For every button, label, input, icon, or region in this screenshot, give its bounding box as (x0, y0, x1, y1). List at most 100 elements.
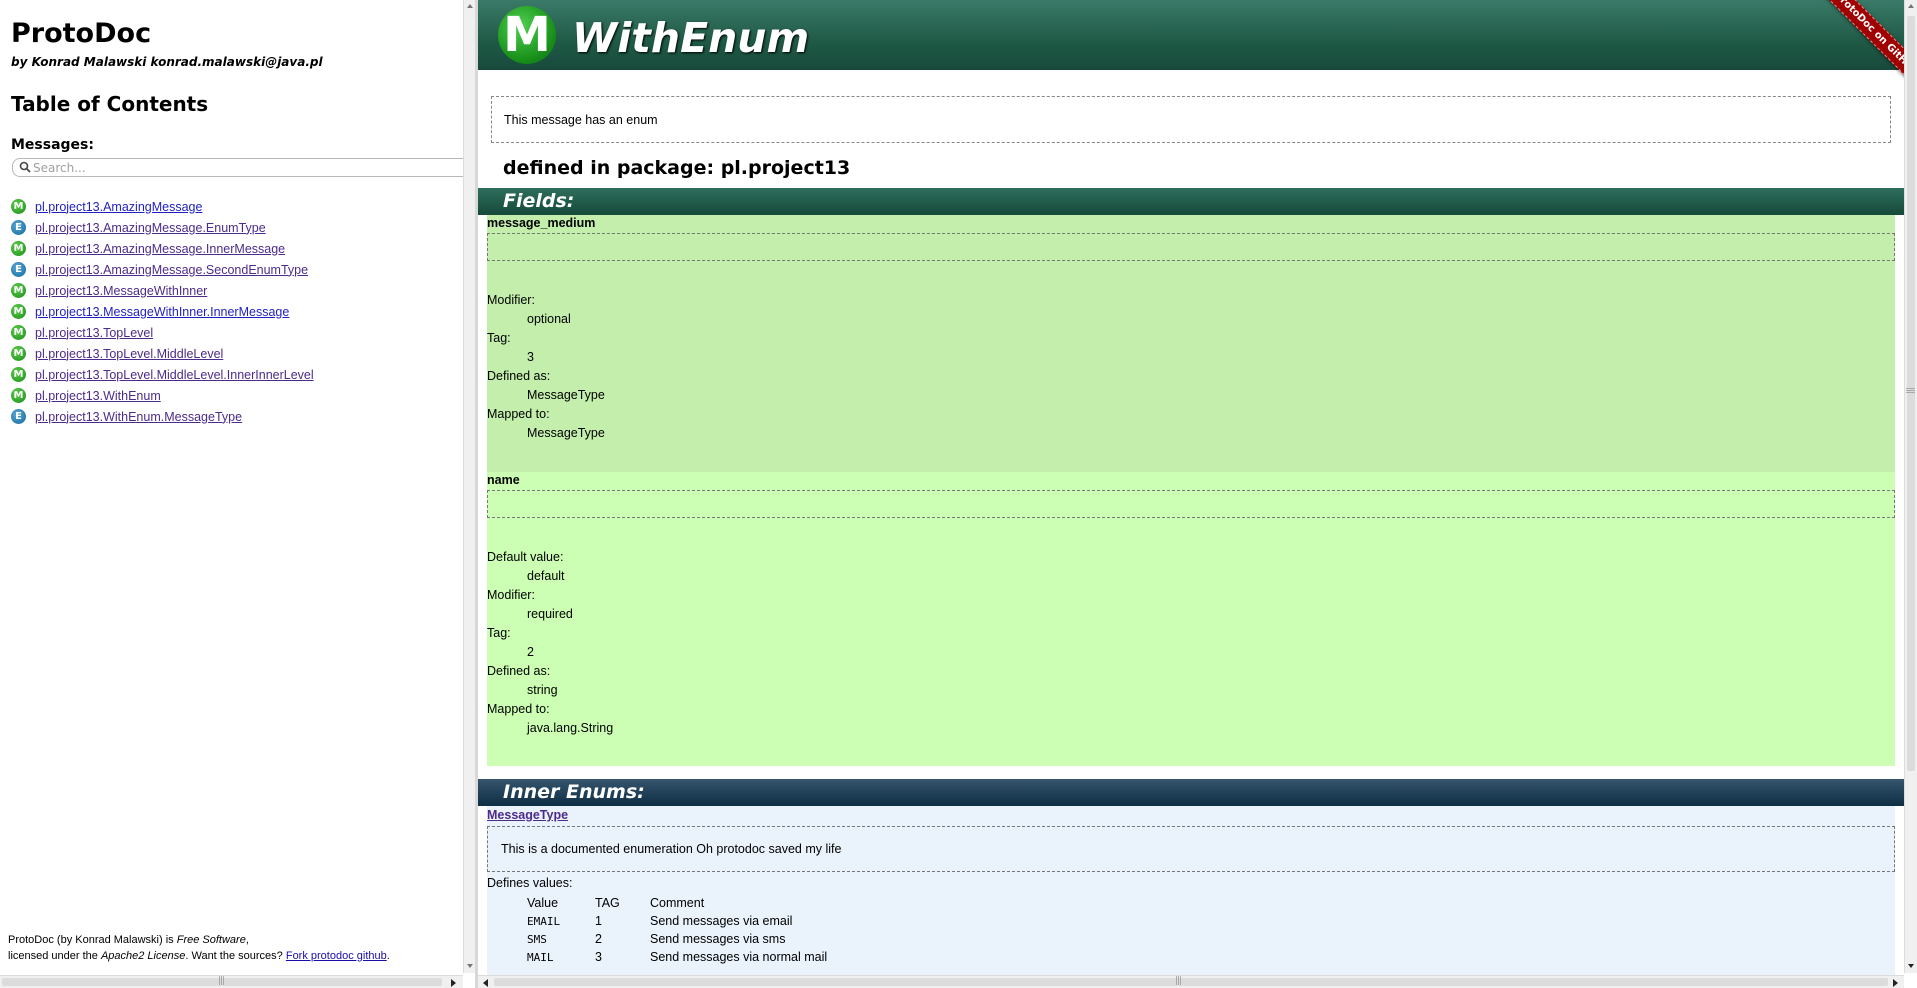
field-name: message_medium (487, 216, 596, 230)
scroll-down-arrow-icon[interactable] (467, 964, 473, 968)
toc-link[interactable]: pl.project13.TopLevel.MiddleLevel.InnerI… (35, 368, 314, 382)
scroll-thumb[interactable] (1907, 16, 1915, 771)
prop-value: string (527, 683, 558, 697)
list-item: Mpl.project13.MessageWithInner (11, 280, 314, 301)
toc-link[interactable]: pl.project13.TopLevel.MiddleLevel (35, 347, 223, 361)
footer-text: licensed under the (8, 950, 101, 962)
list-item: Mpl.project13.AmazingMessage.InnerMessag… (11, 238, 314, 259)
scroll-thumb[interactable] (494, 978, 1888, 986)
app-title: ProtoDoc (11, 18, 152, 49)
toc-link[interactable]: pl.project13.WithEnum.MessageType (35, 410, 242, 424)
field-block: name Default value: default Modifier: re… (487, 472, 1895, 766)
left-horizontal-scrollbar[interactable]: ||| (0, 975, 463, 988)
grip-icon: ||| (1175, 976, 1182, 986)
enum-values-table: Value TAG Comment EMAIL 1 Send messages … (527, 894, 827, 966)
prop-value: MessageType (527, 426, 605, 440)
prop-label: Modifier: (487, 588, 535, 602)
messages-label: Messages: (11, 137, 94, 153)
table-header-row: Value TAG Comment (527, 894, 827, 912)
prop-value: java.lang.String (527, 721, 614, 735)
inner-enums-section-header: Inner Enums: (478, 779, 1904, 806)
table-row: MAIL 3 Send messages via normal mail (527, 948, 827, 966)
enum-badge-icon: E (11, 220, 26, 235)
message-badge-icon: M (11, 304, 26, 319)
toc-link[interactable]: pl.project13.MessageWithInner (35, 284, 207, 298)
package-line: defined in package: pl.project13 (503, 157, 851, 179)
fork-link[interactable]: Fork protodoc github (286, 950, 387, 962)
grip-icon: ||| (218, 976, 225, 986)
message-badge-icon: M (11, 199, 26, 214)
section-title: Fields: (503, 190, 575, 212)
prop-value: default (527, 569, 565, 583)
prop-value: MessageType (527, 388, 605, 402)
scroll-right-arrow-icon[interactable] (451, 979, 456, 987)
enum-value: EMAIL (527, 914, 561, 928)
enum-value: MAIL (527, 950, 554, 964)
enum-badge-icon: E (11, 262, 26, 277)
license-text: Apache2 License (100, 950, 186, 962)
enum-badge-icon: E (11, 409, 26, 424)
toc-link[interactable]: pl.project13.TopLevel (35, 326, 153, 340)
prop-value: required (527, 607, 573, 621)
field-description (487, 490, 1895, 518)
scroll-right-arrow-icon[interactable] (1893, 979, 1898, 987)
list-item: Mpl.project13.AmazingMessage (11, 196, 314, 217)
prop-label: Default value: (487, 550, 564, 564)
message-badge-icon: M (11, 388, 26, 403)
section-title: Inner Enums: (503, 781, 645, 803)
prop-value: 3 (527, 350, 534, 364)
toc-link[interactable]: pl.project13.MessageWithInner.InnerMessa… (35, 305, 289, 319)
prop-label: Tag: (487, 626, 511, 640)
free-software-text: Free Software (176, 934, 246, 946)
enum-value: SMS (527, 932, 547, 946)
author-line: by Konrad Malawski konrad.malawski@java.… (11, 55, 323, 69)
toc-link[interactable]: pl.project13.WithEnum (35, 389, 161, 403)
footer-text: . (386, 950, 390, 962)
prop-label: Defined as: (487, 664, 551, 678)
enum-comment: Send messages via normal mail (650, 950, 828, 964)
message-logo-icon: M (498, 6, 556, 64)
column-header: TAG (595, 896, 620, 910)
footer-text: . Want the sources? (185, 950, 286, 962)
message-badge-icon: M (11, 283, 26, 298)
list-item: Epl.project13.WithEnum.MessageType (11, 406, 314, 427)
table-row: EMAIL 1 Send messages via email (527, 912, 827, 930)
column-header: Comment (650, 896, 705, 910)
scroll-up-arrow-icon[interactable] (1908, 4, 1914, 8)
scroll-up-arrow-icon[interactable] (467, 4, 473, 8)
footer: ProtoDoc (by Konrad Malawski) is Free So… (8, 932, 390, 964)
right-vertical-scrollbar[interactable]: ||| (1904, 0, 1917, 973)
list-item: Mpl.project13.TopLevel.MiddleLevel.Inner… (11, 364, 314, 385)
table-row: SMS 2 Send messages via sms (527, 930, 827, 948)
right-horizontal-scrollbar[interactable]: ||| (478, 975, 1904, 988)
toc-link[interactable]: pl.project13.AmazingMessage.EnumType (35, 221, 266, 235)
prop-label: Modifier: (487, 293, 535, 307)
toc-link[interactable]: pl.project13.AmazingMessage (35, 200, 202, 214)
field-description (487, 233, 1895, 261)
header-bar: M WithEnum (478, 0, 1904, 70)
grip-icon: ||| (1905, 386, 1916, 394)
enum-comment: Send messages via email (650, 914, 793, 928)
content-frame: M WithEnum ProtoDoc on GitHub This messa… (478, 0, 1917, 988)
prop-label: Defined as: (487, 369, 551, 383)
message-list: Mpl.project13.AmazingMessage Epl.project… (11, 196, 314, 427)
message-badge-icon: M (11, 325, 26, 340)
column-header: Value (527, 896, 559, 910)
enum-name-link[interactable]: MessageType (487, 808, 568, 822)
page-title: WithEnum (572, 14, 810, 62)
toc-link[interactable]: pl.project13.AmazingMessage.SecondEnumTy… (35, 263, 308, 277)
message-badge-icon: M (11, 241, 26, 256)
footer-text: ProtoDoc (by Konrad Malawski) is (8, 934, 177, 946)
github-ribbon[interactable]: ProtoDoc on GitHub (1791, 0, 1911, 96)
enum-comment: Send messages via sms (650, 932, 786, 946)
scroll-left-arrow-icon[interactable] (483, 979, 488, 987)
toc-heading: Table of Contents (11, 92, 209, 116)
scroll-down-arrow-icon[interactable] (1908, 964, 1914, 968)
message-badge-icon: M (11, 346, 26, 361)
search-input[interactable] (33, 159, 453, 176)
search-box (12, 158, 463, 177)
toc-link[interactable]: pl.project13.AmazingMessage.InnerMessage (35, 242, 285, 256)
prop-label: Tag: (487, 331, 511, 345)
enum-tag: 1 (595, 914, 602, 928)
toc-content: ProtoDoc by Konrad Malawski konrad.malaw… (0, 0, 463, 973)
